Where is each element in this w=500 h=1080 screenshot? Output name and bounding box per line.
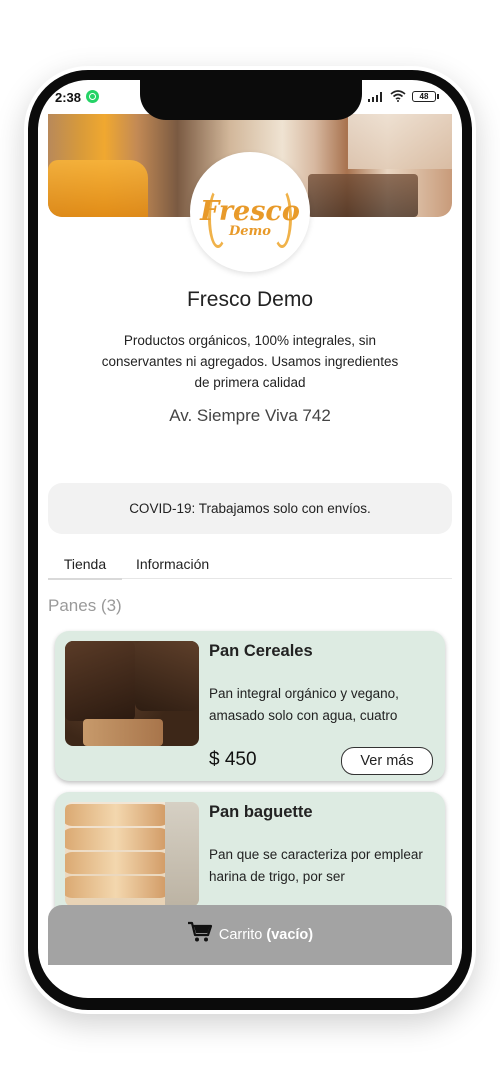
whatsapp-icon <box>86 90 99 103</box>
signal-icon <box>368 92 384 102</box>
product-description: Pan integral orgánico y vegano, amasado … <box>209 686 399 723</box>
covid-notice-banner: COVID-19: Trabajamos solo con envíos. <box>48 483 452 534</box>
product-description: Pan que se caracteriza por emplear harin… <box>209 847 423 884</box>
battery-icon: 48 <box>412 91 439 102</box>
baguette-loaf <box>65 804 171 826</box>
tab-tienda[interactable]: Tienda <box>48 556 122 580</box>
status-bar: 2:38 48 <box>38 80 462 114</box>
status-time: 2:38 <box>55 90 82 105</box>
store-logo: Fresco Demo <box>190 152 310 272</box>
cover-honey-jar <box>48 160 148 217</box>
baguette-loaf <box>65 876 171 898</box>
product-image[interactable] <box>65 641 199 746</box>
product-price: $ 450 <box>209 749 257 770</box>
baguette-paper <box>165 802 199 907</box>
cart-label: Carrito <box>218 927 263 943</box>
cart-status: (vacío) <box>266 927 314 943</box>
cart-button[interactable]: Carrito (vacío) <box>48 905 452 965</box>
store-description: Productos orgánicos, 100% integrales, si… <box>101 333 399 390</box>
baguette-loaf <box>65 828 171 850</box>
product-card[interactable]: Pan Cereales Pan integral orgánico y veg… <box>55 631 445 781</box>
logo-subtitle: Demo <box>229 224 271 239</box>
store-address: Av. Siempre Viva 742 <box>169 406 331 425</box>
cover-cloth <box>348 114 452 169</box>
ver-mas-button[interactable]: Ver más <box>341 747 433 775</box>
app-screen: 2:38 48 Fresco Demo Fresco Demo Producto… <box>38 80 462 998</box>
baguette-loaf <box>65 852 171 874</box>
covid-notice-text: COVID-19: Trabajamos solo con envíos. <box>129 501 371 516</box>
product-name: Pan Cereales <box>209 642 313 660</box>
wifi-icon <box>390 90 406 102</box>
bread-slice <box>83 719 163 746</box>
tab-informacion[interactable]: Información <box>136 556 209 572</box>
category-title: Panes (3) <box>48 596 122 615</box>
logo-wordmark: Fresco <box>200 196 300 227</box>
product-name: Pan baguette <box>209 803 313 821</box>
cover-board <box>308 174 418 217</box>
product-image[interactable] <box>65 802 199 907</box>
store-tabs: Tienda Información <box>48 550 452 580</box>
cart-icon <box>187 921 212 942</box>
store-name: Fresco Demo <box>186 288 314 311</box>
